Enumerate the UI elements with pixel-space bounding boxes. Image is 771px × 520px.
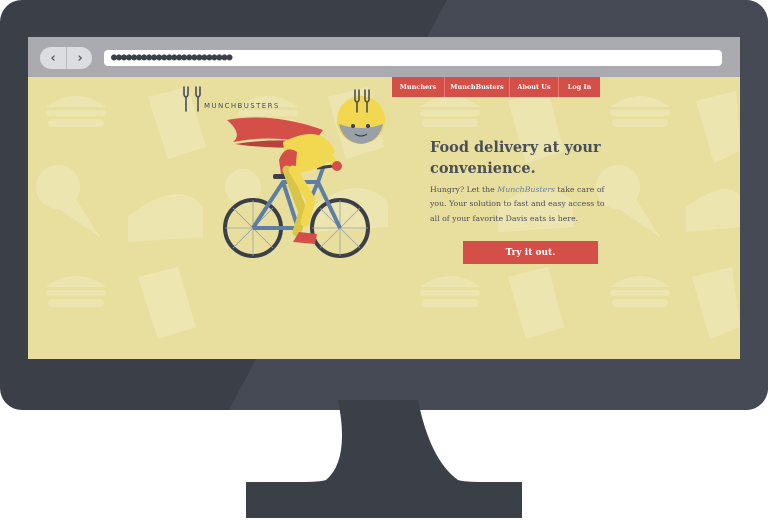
address-bar[interactable]: ●●●●●●●●●●●●●●●●●●●●●●●● — [104, 50, 722, 66]
browser-toolbar: ‹ › ●●●●●●●●●●●●●●●●●●●●●●●● — [28, 37, 740, 77]
main-nav: Munchers MunchBusters About Us Log In — [392, 77, 600, 97]
hero-text: Hungry? Let the MunchBusters take care o… — [430, 183, 606, 226]
hero-text-intro: Hungry? Let the — [430, 185, 498, 194]
monitor-screen: ‹ › ●●●●●●●●●●●●●●●●●●●●●●●● MUNCHBUSTER… — [28, 37, 740, 359]
web-page: MUNCHBUSTERS Munchers MunchBusters About… — [28, 77, 740, 359]
burger-icon — [46, 96, 106, 127]
nav-item-about-us[interactable]: About Us — [510, 77, 559, 97]
back-arrow-icon[interactable]: ‹ — [40, 47, 66, 69]
try-it-out-button[interactable]: Try it out. — [463, 241, 598, 264]
hero-title: Food delivery at your convenience. — [430, 139, 601, 177]
superhero-cyclist-illustration — [223, 89, 385, 258]
browser-nav-buttons: ‹ › — [40, 47, 92, 69]
forward-arrow-icon[interactable]: › — [66, 47, 93, 69]
nav-item-munchers[interactable]: Munchers — [392, 77, 445, 97]
nav-item-munchbusters[interactable]: MunchBusters — [445, 77, 510, 97]
monitor-stand — [246, 400, 522, 518]
hero-brand-name: MunchBusters — [497, 185, 555, 194]
fork-logo-icon[interactable] — [180, 83, 204, 113]
nav-item-log-in[interactable]: Log In — [559, 77, 600, 97]
